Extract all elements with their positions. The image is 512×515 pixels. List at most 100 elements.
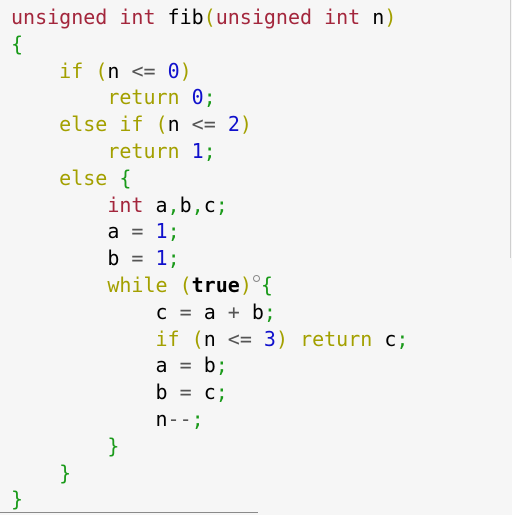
paren: ) bbox=[384, 5, 397, 29]
code-line-4: return 0; bbox=[11, 84, 408, 111]
identifier: n bbox=[107, 58, 120, 83]
control-keyword: return bbox=[107, 138, 180, 163]
number-literal: 1 bbox=[191, 138, 204, 163]
semicolon: ; bbox=[203, 85, 216, 110]
type-keyword: unsigned bbox=[11, 5, 108, 29]
bool-literal: true bbox=[191, 272, 240, 297]
number-literal: 1 bbox=[155, 246, 168, 271]
identifier: c bbox=[203, 380, 216, 405]
control-keyword: if bbox=[119, 112, 144, 137]
comma: , bbox=[167, 192, 180, 217]
brace: { bbox=[260, 272, 273, 297]
number-literal: 1 bbox=[155, 219, 168, 244]
identifier: b bbox=[203, 353, 216, 378]
operator: = bbox=[131, 246, 144, 271]
code-line-2: { bbox=[11, 31, 408, 58]
identifier: b bbox=[107, 246, 120, 271]
identifier: a bbox=[203, 299, 216, 324]
identifier: c bbox=[155, 299, 168, 324]
identifier: n bbox=[167, 112, 180, 137]
number-literal: 0 bbox=[191, 85, 204, 110]
brace: } bbox=[107, 433, 120, 458]
operator: <= bbox=[131, 58, 156, 83]
code-line-3: if (n <= 0) bbox=[11, 58, 408, 85]
paren: ( bbox=[179, 272, 192, 297]
control-keyword: return bbox=[107, 85, 180, 110]
paren: ( bbox=[191, 326, 204, 351]
identifier: b bbox=[251, 299, 264, 324]
control-keyword: else bbox=[59, 165, 108, 190]
identifier: n bbox=[155, 406, 168, 431]
control-keyword: while bbox=[107, 272, 168, 297]
code-line-8: int a,b,c; bbox=[11, 192, 408, 219]
identifier: a bbox=[155, 353, 168, 378]
operator: = bbox=[179, 353, 192, 378]
control-keyword: else bbox=[59, 112, 108, 137]
code-line-12: c = a + b; bbox=[11, 299, 408, 326]
paren: ( bbox=[95, 58, 108, 83]
paren: ) bbox=[179, 58, 192, 83]
identifier: n bbox=[203, 326, 216, 351]
operator: + bbox=[227, 299, 240, 324]
identifier: c bbox=[203, 192, 216, 217]
code-line-17: } bbox=[11, 433, 408, 460]
comma: , bbox=[191, 192, 204, 217]
cursor-marker-icon bbox=[252, 274, 260, 282]
code-line-13: if (n <= 3) return c; bbox=[11, 326, 409, 353]
code-line-16: n--; bbox=[11, 406, 408, 433]
number-literal: 0 bbox=[167, 58, 180, 83]
semicolon: ; bbox=[215, 380, 228, 405]
paren: ( bbox=[203, 5, 216, 29]
control-keyword: if bbox=[59, 58, 84, 83]
semicolon: ; bbox=[191, 406, 204, 431]
code-line-9: a = 1; bbox=[11, 218, 408, 245]
identifier: a bbox=[155, 192, 168, 217]
operator: <= bbox=[227, 326, 252, 351]
parameter-name: n bbox=[372, 5, 385, 29]
code-block[interactable]: unsigned int fib(unsigned int n){ if (n … bbox=[11, 4, 408, 513]
code-line-6: return 1; bbox=[11, 138, 408, 165]
code-line-14: a = b; bbox=[11, 352, 408, 379]
semicolon: ; bbox=[215, 353, 228, 378]
identifier: b bbox=[179, 192, 192, 217]
operator: = bbox=[179, 380, 192, 405]
control-keyword: return bbox=[300, 326, 373, 351]
type-keyword: int bbox=[119, 5, 156, 29]
semicolon: ; bbox=[396, 326, 409, 351]
operator: = bbox=[179, 299, 192, 324]
semicolon: ; bbox=[263, 299, 276, 324]
type-keyword: unsigned bbox=[215, 5, 313, 29]
paren: ( bbox=[155, 112, 168, 137]
semicolon: ; bbox=[215, 192, 228, 217]
number-literal: 2 bbox=[227, 112, 240, 137]
code-line-15: b = c; bbox=[11, 379, 408, 406]
code-editor[interactable]: unsigned int fib(unsigned int n){ if (n … bbox=[0, 0, 512, 515]
semicolon: ; bbox=[203, 138, 216, 163]
identifier: b bbox=[155, 380, 168, 405]
code-line-7: else { bbox=[11, 165, 408, 192]
number-literal: 3 bbox=[263, 326, 276, 351]
code-line-1: unsigned int fib(unsigned int n) bbox=[11, 4, 408, 31]
code-line-19: } bbox=[11, 486, 408, 513]
operator: <= bbox=[191, 112, 216, 137]
brace: } bbox=[59, 460, 72, 485]
semicolon: ; bbox=[167, 219, 180, 244]
operator: = bbox=[131, 219, 144, 244]
code-line-5: else if (n <= 2) bbox=[11, 111, 408, 138]
function-name: fib bbox=[167, 5, 204, 29]
paren: ) bbox=[239, 112, 252, 137]
code-line-18: } bbox=[11, 460, 408, 487]
code-line-10: b = 1; bbox=[11, 245, 408, 272]
code-line-11: while (true) { bbox=[11, 272, 408, 299]
identifier: a bbox=[107, 219, 120, 244]
control-keyword: if bbox=[155, 326, 180, 351]
paren: ) bbox=[239, 272, 252, 297]
semicolon: ; bbox=[167, 246, 180, 271]
brace: { bbox=[119, 165, 132, 190]
paren: ) bbox=[275, 326, 289, 351]
type-keyword: int bbox=[107, 192, 144, 217]
brace: { bbox=[11, 31, 24, 56]
type-keyword: int bbox=[324, 5, 361, 29]
brace: } bbox=[11, 487, 24, 512]
identifier: c bbox=[384, 326, 397, 351]
